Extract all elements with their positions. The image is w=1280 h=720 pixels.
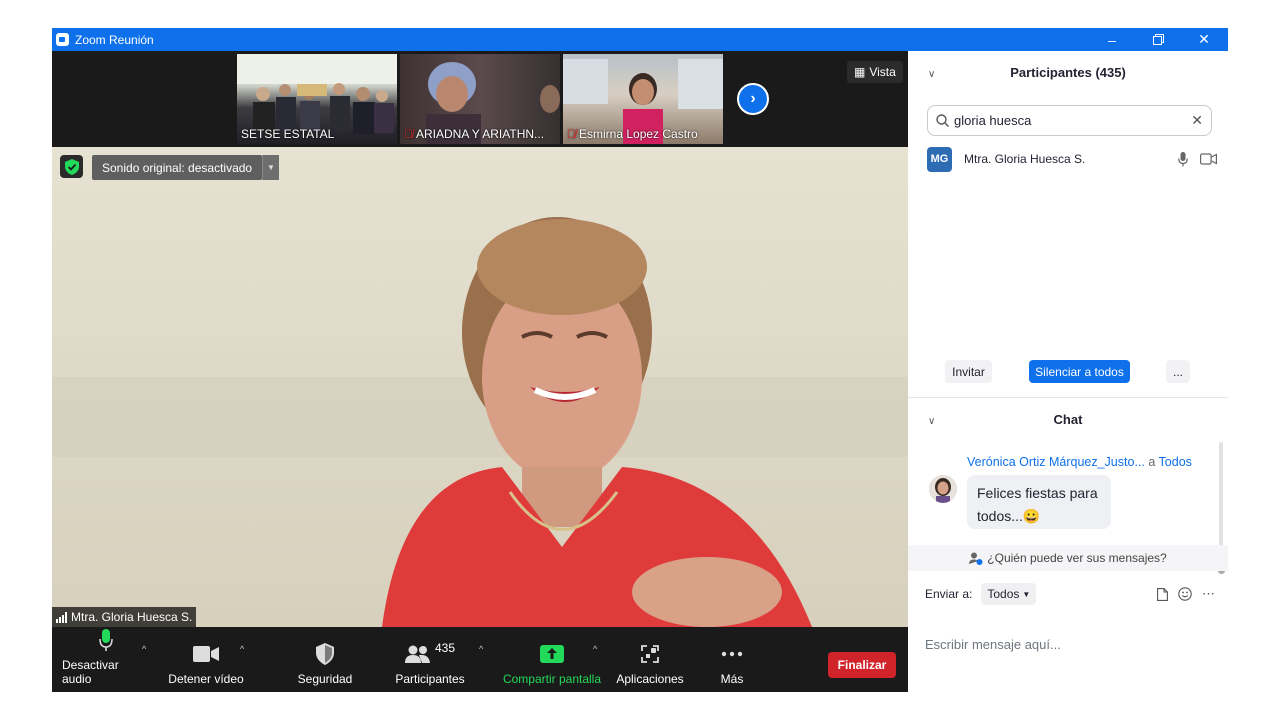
chevron-down-icon: ▼ [1022,589,1031,599]
person-info-icon [969,552,983,565]
share-screen-icon [540,640,564,668]
microphone-icon [1178,151,1188,166]
more-participant-options-button[interactable]: ... [1166,360,1190,383]
speaker-video-image [52,217,908,627]
participant-name: Mtra. Gloria Huesca S. [964,152,1086,166]
close-button[interactable]: ✕ [1181,28,1227,51]
search-value: gloria huesca [954,113,1032,128]
more-dots-icon [721,640,743,668]
invite-button[interactable]: Invitar [945,360,992,383]
participants-count: 435 [434,641,456,655]
title-bar: Zoom Reunión – ✕ [52,28,1228,51]
security-button[interactable]: Seguridad [288,628,362,692]
more-button[interactable]: Más [712,628,752,692]
original-sound-button[interactable]: Sonido original: desactivado [92,155,263,180]
participants-icon: 435 [404,640,456,668]
mute-audio-button[interactable]: Desactivar audio [62,628,150,692]
minimize-button[interactable]: – [1089,28,1135,51]
clear-search-icon[interactable]: ✕ [1191,112,1203,129]
mic-muted-icon: 🎙̸ [404,127,413,141]
video-tile[interactable]: 🎙̸ Esmirna Lopez Castro [563,54,723,144]
participant-row[interactable]: MG Mtra. Gloria Huesca S. [927,146,1217,172]
recipient-dropdown[interactable]: Todos ▼ [981,583,1037,605]
end-meeting-button[interactable]: Finalizar [828,652,896,678]
grinning-emoji-icon: 😀 [1022,508,1041,524]
active-speaker-video: Sonido original: desactivado ▼ Mtra. Glo… [52,147,908,627]
video-tile[interactable]: 🎙̸ ARIADNA Y ARIATHN... [400,54,560,144]
zoom-window: Zoom Reunión – ✕ SETSE ESTATAL 🎙̸ ARIADN… [52,28,1228,692]
tile-name-label: 🎙̸ Esmirna Lopez Castro [567,127,698,141]
send-to-label: Enviar a: [925,587,973,601]
apps-icon [640,640,660,668]
video-camera-icon [1200,153,1217,165]
participants-button[interactable]: 435 Participantes [390,628,470,692]
participant-search-input[interactable]: gloria huesca ✕ [927,105,1212,136]
chat-recipient: Todos [1158,455,1192,469]
mute-all-button[interactable]: Silenciar a todos [1029,360,1130,383]
view-button[interactable]: ▦ Vista [847,61,903,83]
search-icon [936,114,949,127]
signal-strength-icon [56,611,67,623]
share-options-caret[interactable]: ^ [593,644,597,654]
grid-icon: ▦ [854,65,866,79]
side-panel: ∨ Participantes (435) gloria huesca ✕ MG… [908,51,1228,692]
apps-button[interactable]: Aplicaciones [614,628,686,692]
chat-message-header: Verónica Ortiz Márquez_Justo... a Todos [967,455,1192,469]
gallery-strip: SETSE ESTATAL 🎙̸ ARIADNA Y ARIATHN... 🎙̸… [52,51,908,147]
file-icon[interactable] [1157,587,1168,601]
video-camera-icon [193,640,219,668]
who-can-see-messages-link[interactable]: ¿Quién puede ver sus mensajes? [908,545,1228,571]
window-title: Zoom Reunión [75,32,154,47]
chat-message-bubble[interactable]: Felices fiestas para todos...😀 [967,475,1111,529]
restore-icon [1152,34,1164,45]
video-tile[interactable]: SETSE ESTATAL [237,54,397,144]
participants-options-caret[interactable]: ^ [479,644,483,654]
mic-muted-icon: 🎙̸ [567,127,576,141]
tile-name-label: 🎙̸ ARIADNA Y ARIATHN... [404,127,545,141]
send-to-row: Enviar a: Todos ▼ ⋯ [925,583,1215,605]
tile-name-label: SETSE ESTATAL [241,127,335,141]
avatar: MG [927,146,952,172]
video-options-caret[interactable]: ^ [240,644,244,654]
chat-message-input[interactable]: Escribir mensaje aquí... [925,637,1061,652]
share-screen-button[interactable]: Compartir pantalla [500,628,604,692]
chevron-down-icon: ▼ [267,163,275,172]
speaker-name-label: Mtra. Gloria Huesca S. [52,607,197,627]
avatar [929,475,957,503]
chat-title: Chat [1053,412,1083,427]
original-sound-dropdown[interactable]: ▼ [262,155,279,180]
stop-video-button[interactable]: Detener vídeo [164,628,248,692]
chevron-right-icon: › [750,90,756,107]
chat-sender[interactable]: Verónica Ortiz Márquez_Justo... [967,455,1145,469]
encryption-shield-icon[interactable] [60,155,83,178]
next-page-button[interactable]: › [737,83,769,115]
more-dots-icon[interactable]: ⋯ [1202,586,1215,602]
zoom-logo-icon [56,33,69,46]
emoji-icon[interactable] [1178,587,1192,601]
divider [908,397,1228,398]
meeting-toolbar: Desactivar audio ^ Detener vídeo ^ Segur… [52,628,908,692]
meeting-stage: SETSE ESTATAL 🎙̸ ARIADNA Y ARIATHN... 🎙̸… [52,51,908,692]
microphone-icon [99,628,113,654]
audio-options-caret[interactable]: ^ [142,644,146,654]
participants-title: Participantes (435) [1010,65,1126,80]
security-shield-icon [316,640,334,668]
restore-button[interactable] [1135,28,1181,51]
